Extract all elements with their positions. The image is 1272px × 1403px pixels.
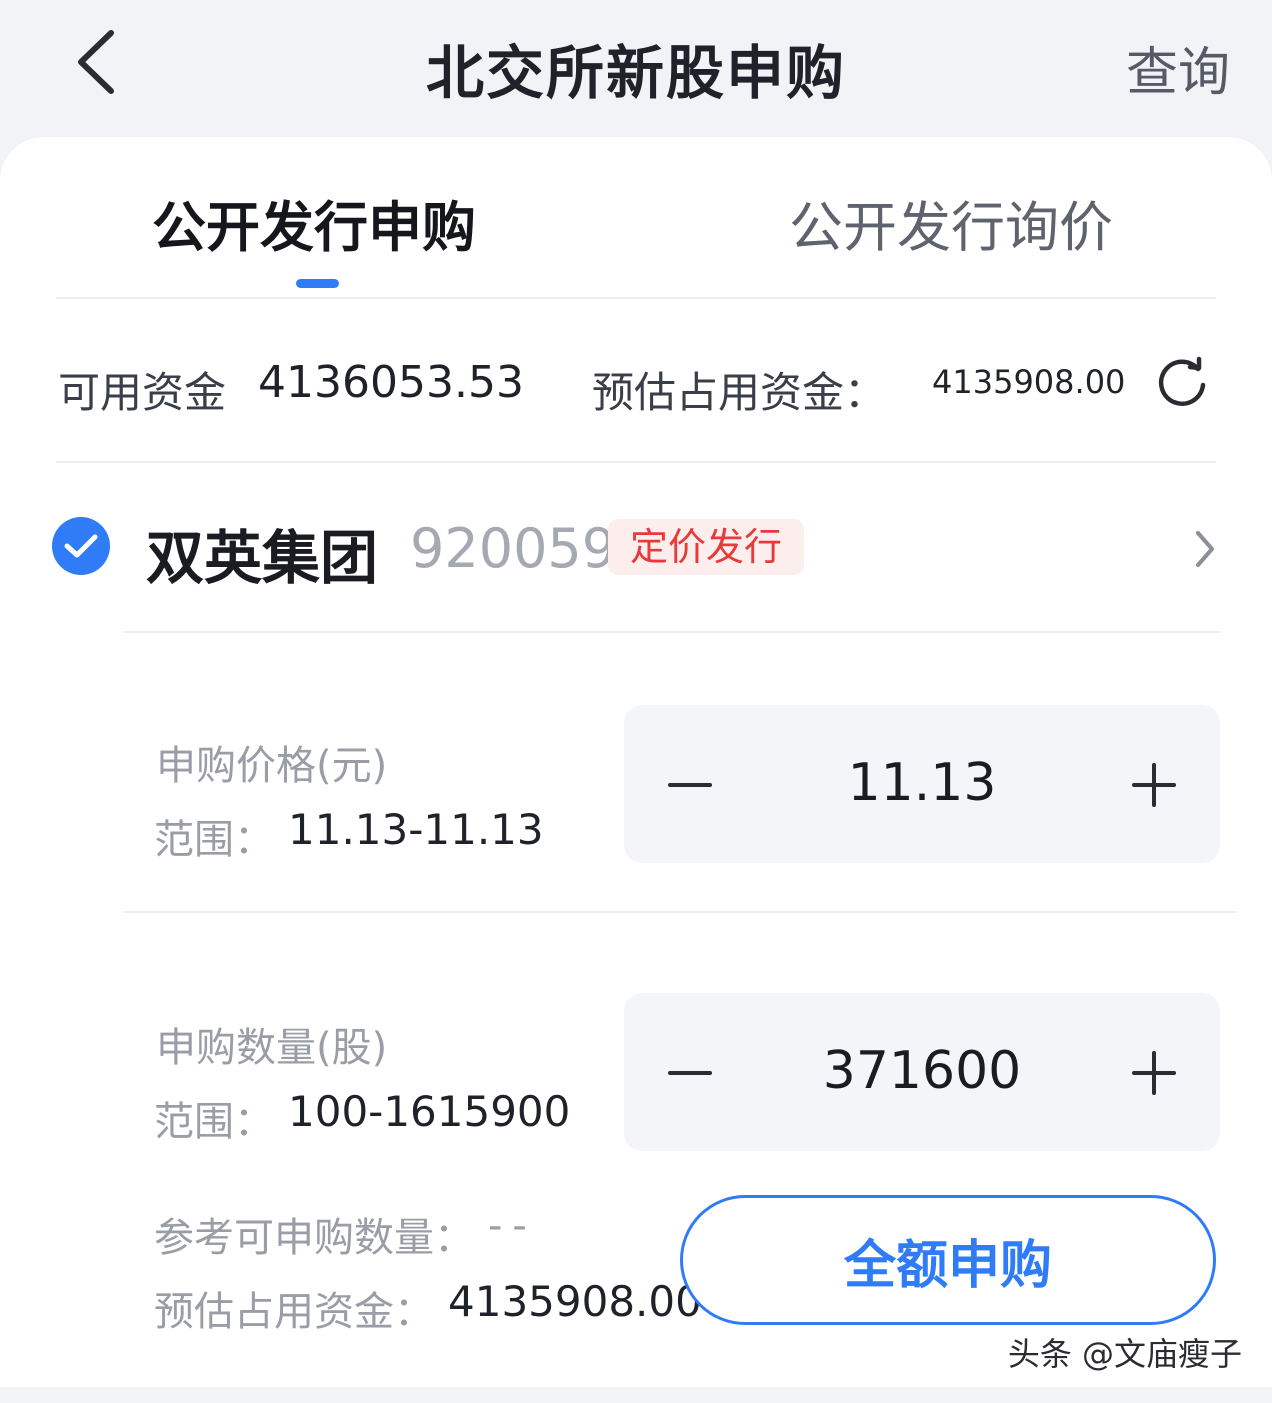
funds-summary: 可用资金 4136053.53 预估占用资金： 4135908.00 — [56, 299, 1216, 463]
estimated-funds-label: 预估占用资金： — [592, 368, 887, 417]
price-range-value: 11.13-11.13 — [288, 805, 544, 854]
page-title: 北交所新股申购 — [425, 39, 846, 107]
quantity-plus-button[interactable] — [1124, 1043, 1184, 1103]
query-button[interactable]: 查询 — [1126, 30, 1230, 105]
price-minus-button[interactable] — [660, 755, 720, 815]
quantity-minus-button[interactable] — [660, 1043, 720, 1103]
stock-detail-button[interactable] — [1190, 527, 1220, 571]
price-stepper[interactable]: 11.13 — [624, 705, 1220, 863]
divider — [124, 631, 1220, 633]
price-label: 申购价格(元) — [156, 743, 388, 789]
refresh-button[interactable] — [1154, 355, 1210, 411]
tab-public-inquiry[interactable]: 公开发行询价 — [789, 183, 1113, 262]
price-input[interactable]: 11.13 — [734, 753, 1110, 813]
check-circle-icon[interactable] — [52, 517, 110, 575]
plus-icon — [1132, 1051, 1176, 1095]
quantity-label: 申购数量(股) — [156, 1025, 388, 1071]
stock-code: 920059 — [410, 517, 617, 580]
estimated-funds-value-bottom: 4135908.00 — [448, 1277, 702, 1326]
chevron-right-icon — [1196, 531, 1214, 567]
estimated-funds-label-bottom: 预估占用资金： — [154, 1289, 434, 1335]
subscription-card: 公开发行申购 公开发行询价 可用资金 4136053.53 预估占用资金： 41… — [0, 137, 1272, 1387]
minus-icon — [668, 1071, 712, 1075]
tab-indicator — [296, 279, 339, 288]
quantity-stepper[interactable]: 371600 — [624, 993, 1220, 1151]
available-funds-label: 可用资金 — [58, 368, 227, 417]
divider — [124, 911, 1236, 913]
price-plus-button[interactable] — [1124, 755, 1184, 815]
watermark: 头条 @文庙瘦子 — [1007, 1335, 1242, 1373]
reference-quantity-value: -- — [488, 1203, 537, 1249]
refresh-icon — [1158, 356, 1206, 406]
full-subscribe-button[interactable]: 全额申购 — [680, 1195, 1216, 1325]
quantity-range-label: 范围： — [154, 1099, 274, 1145]
stock-name: 双英集团 — [146, 524, 379, 592]
estimated-funds-value: 4135908.00 — [932, 363, 1126, 401]
reference-quantity-label: 参考可申购数量： — [154, 1215, 474, 1261]
issue-type-badge: 定价发行 — [608, 519, 805, 575]
header: 北交所新股申购 查询 — [0, 0, 1272, 130]
stock-row[interactable]: 双英集团 920059 定价发行 — [0, 463, 1272, 633]
plus-icon — [1132, 763, 1176, 807]
quantity-input[interactable]: 371600 — [734, 1041, 1110, 1101]
tab-public-subscription[interactable]: 公开发行申购 — [152, 183, 476, 262]
quantity-range-value: 100-1615900 — [288, 1087, 571, 1136]
price-range-label: 范围： — [154, 817, 274, 863]
available-funds-value: 4136053.53 — [258, 357, 524, 408]
tab-bar: 公开发行申购 公开发行询价 — [56, 137, 1216, 299]
minus-icon — [668, 783, 712, 787]
